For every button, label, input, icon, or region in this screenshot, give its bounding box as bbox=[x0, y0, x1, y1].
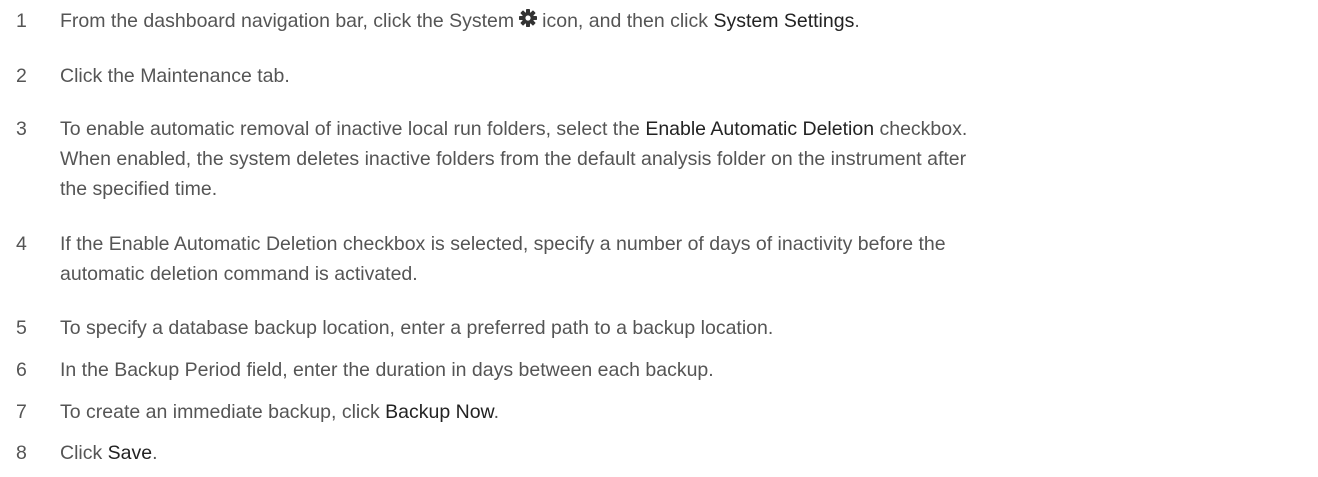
step-4-line-2: automatic deletion command is activated. bbox=[60, 263, 418, 285]
step-3-text-c: checkbox. bbox=[879, 118, 968, 140]
enable-automatic-deletion-label: Enable Automatic Deletion bbox=[645, 118, 875, 140]
step-number: 7 bbox=[16, 401, 27, 423]
step-3: 3 To enable automatic removal of inactiv… bbox=[0, 114, 1318, 204]
step-number: 8 bbox=[16, 442, 27, 464]
step-8-text-a: Click bbox=[60, 442, 103, 464]
step-text: To specify a database backup location, e… bbox=[60, 317, 774, 339]
step-text: Click the Maintenance tab. bbox=[60, 65, 290, 87]
gear-icon bbox=[518, 8, 538, 30]
step-1-text-a: From the dashboard navigation bar, click… bbox=[60, 10, 515, 32]
step-number: 3 bbox=[16, 118, 27, 140]
step-7-text-c: . bbox=[493, 401, 499, 423]
step-1-text-b: icon, and then click bbox=[542, 10, 709, 32]
step-4-line-1: If the Enable Automatic Deletion checkbo… bbox=[60, 233, 946, 255]
step-3-line-2: When enabled, the system deletes inactiv… bbox=[60, 148, 967, 170]
step-text: To create an immediate backup, click Bac… bbox=[60, 397, 1310, 427]
step-1-text-d: . bbox=[854, 10, 860, 32]
step-8-text-c: . bbox=[152, 442, 158, 464]
system-settings-label: System Settings bbox=[713, 10, 855, 32]
step-3-line-3: the specified time. bbox=[60, 178, 218, 200]
step-number: 5 bbox=[16, 317, 27, 339]
step-text: To enable automatic removal of inactive … bbox=[60, 114, 1310, 204]
step-text: In the Backup Period field, enter the du… bbox=[60, 359, 714, 381]
backup-now-label: Backup Now bbox=[385, 401, 494, 423]
step-number: 6 bbox=[16, 359, 27, 381]
step-text: From the dashboard navigation bar, click… bbox=[60, 6, 1310, 36]
save-label: Save bbox=[107, 442, 153, 464]
step-number: 4 bbox=[16, 233, 27, 255]
step-3-line-1: To enable automatic removal of inactive … bbox=[60, 114, 1310, 144]
step-3-text-a: To enable automatic removal of inactive … bbox=[60, 118, 640, 140]
step-number: 2 bbox=[16, 65, 27, 87]
step-4: 4 If the Enable Automatic Deletion check… bbox=[0, 229, 1318, 289]
step-text: If the Enable Automatic Deletion checkbo… bbox=[60, 229, 1310, 289]
step-7-text-a: To create an immediate backup, click bbox=[60, 401, 380, 423]
step-text: Click Save. bbox=[60, 438, 1310, 468]
step-number: 1 bbox=[16, 10, 27, 32]
